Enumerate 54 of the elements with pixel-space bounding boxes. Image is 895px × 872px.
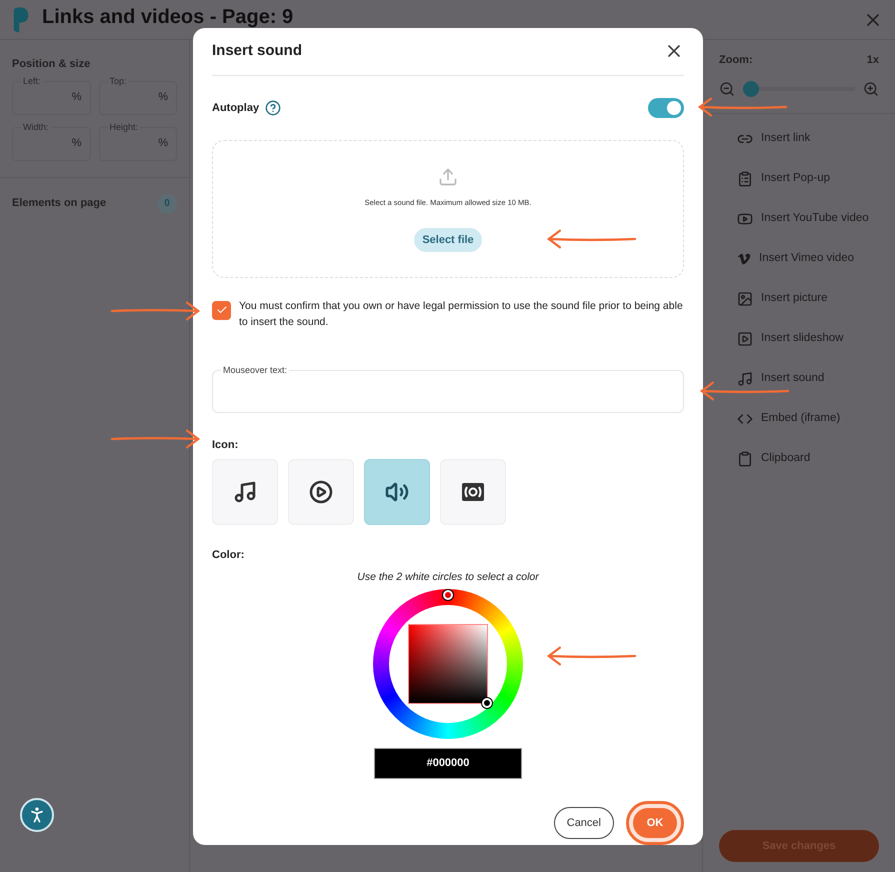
menu-item[interactable]: Insert picture — [719, 288, 879, 308]
v-icon — [737, 252, 751, 266]
slider-thumb[interactable] — [743, 80, 759, 96]
color-hint: Use the 2 white circles to select a color — [357, 570, 539, 585]
list-icon — [737, 170, 753, 186]
play-icon — [737, 210, 753, 226]
menu-item[interactable]: Insert YouTube video — [719, 208, 879, 228]
hex-value[interactable]: #000000 — [374, 748, 522, 779]
image-icon — [737, 290, 753, 306]
zoom-label: Zoom: — [719, 53, 753, 68]
accessibility-button[interactable] — [20, 798, 54, 832]
menu-item[interactable]: Clipboard — [719, 448, 879, 468]
speaker-icon — [385, 480, 409, 504]
icon-option[interactable] — [364, 459, 430, 526]
hue-handle[interactable] — [443, 590, 453, 600]
page-title: Links and videos - Page: 9 — [42, 6, 294, 26]
unit-label: % — [158, 90, 168, 106]
unit-label: % — [72, 90, 82, 106]
cancel-button[interactable]: Cancel — [554, 807, 614, 839]
dialog-title: Insert sound — [212, 41, 302, 62]
count-badge: 0 — [157, 194, 177, 214]
picker-handle[interactable] — [482, 698, 492, 708]
upload-icon — [438, 166, 458, 187]
field-label: Top: — [108, 74, 129, 88]
color-label: Color: — [212, 548, 246, 564]
music-note-icon — [737, 370, 753, 386]
select-file-button[interactable]: Select file — [414, 228, 482, 252]
play-icon — [309, 480, 333, 504]
section-title: Position & size — [12, 57, 92, 72]
field-label: Height: — [108, 120, 140, 134]
menu-item[interactable]: Insert link — [719, 128, 879, 148]
confirm-checkbox[interactable] — [212, 300, 231, 320]
zoom-value: 1x — [866, 53, 879, 68]
section-title: Elements on page — [12, 196, 106, 212]
icon-label: Icon: — [212, 438, 240, 453]
menu-item[interactable]: Insert sound — [719, 368, 879, 388]
play-square-icon — [737, 330, 753, 346]
autoplay-label: Autoplay — [212, 100, 260, 116]
help-icon[interactable] — [265, 100, 282, 116]
unit-label: % — [158, 136, 168, 152]
music-note-icon — [233, 480, 257, 504]
menu-item[interactable]: Embed (iframe) — [719, 408, 879, 428]
menu-item[interactable]: Insert Pop-up — [719, 168, 879, 188]
logo-icon — [12, 6, 30, 32]
clipboard-icon — [737, 450, 753, 466]
autoplay-toggle[interactable] — [648, 98, 684, 118]
menu-item[interactable]: Insert slideshow — [719, 328, 879, 348]
zoom-in-icon[interactable] — [863, 80, 879, 96]
broadcast-icon — [461, 482, 485, 502]
ok-button[interactable]: OK — [633, 808, 677, 838]
confirm-text: You must confirm that you own or have legal permission to use the sound file prior to being able to insert the sound. — [239, 298, 684, 330]
menu-item[interactable]: Insert Vimeo video — [719, 248, 879, 268]
zoom-out-icon[interactable] — [719, 80, 735, 96]
unit-label: % — [72, 136, 82, 152]
